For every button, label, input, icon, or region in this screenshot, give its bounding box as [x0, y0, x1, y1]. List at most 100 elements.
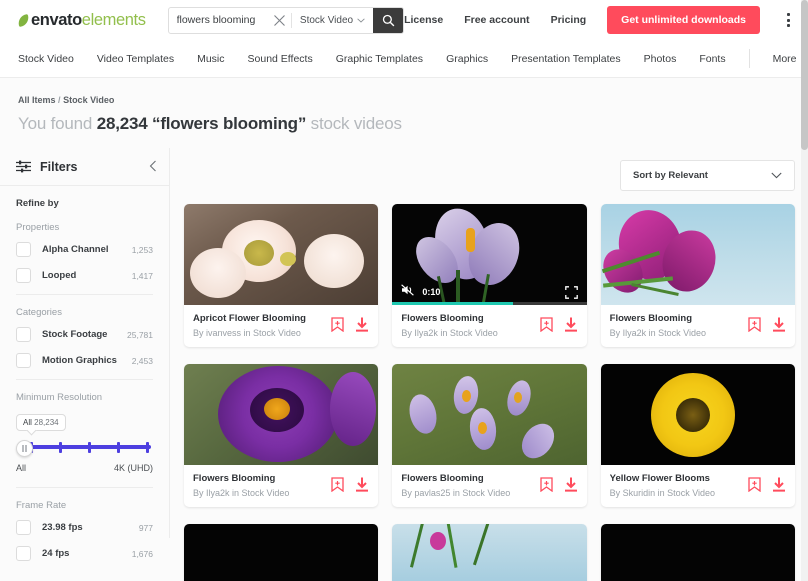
- download-icon[interactable]: [355, 477, 369, 492]
- filter-alpha-channel[interactable]: Alpha Channel 1,253: [16, 242, 153, 257]
- result-card[interactable]: Flowers Blooming By pavlas25 in Stock Vi…: [392, 364, 587, 507]
- divider: [16, 379, 153, 380]
- filter-label: Motion Graphics: [42, 355, 117, 366]
- download-icon[interactable]: [772, 477, 786, 492]
- more-vertical-icon[interactable]: [781, 9, 796, 31]
- card-thumbnail[interactable]: [600, 364, 795, 465]
- breadcrumb-all-items[interactable]: All Items: [18, 95, 56, 105]
- card-thumbnail[interactable]: [392, 364, 587, 465]
- card-title[interactable]: Flowers Blooming: [193, 473, 289, 484]
- card-author[interactable]: By Skuridin in Stock Video: [610, 488, 715, 498]
- card-thumbnail[interactable]: [184, 524, 379, 581]
- brand-name-bold: envato: [31, 10, 82, 29]
- download-icon[interactable]: [355, 317, 369, 332]
- card-title[interactable]: Apricot Flower Blooming: [193, 313, 306, 324]
- download-icon[interactable]: [772, 317, 786, 332]
- nav-photos[interactable]: Photos: [644, 53, 677, 65]
- checkbox-icon[interactable]: [16, 327, 31, 342]
- bookmark-plus-icon[interactable]: [331, 477, 344, 493]
- filter-label: Looped: [42, 270, 77, 281]
- breadcrumb-stock-video[interactable]: Stock Video: [63, 95, 114, 105]
- group-label-min-resolution: Minimum Resolution: [16, 392, 103, 403]
- slider-track[interactable]: [16, 438, 153, 457]
- card-title[interactable]: Flowers Blooming: [401, 473, 510, 484]
- card-author[interactable]: By Ilya2k in Stock Video: [610, 328, 706, 338]
- slider-handle[interactable]: [16, 440, 33, 457]
- nav-sound-effects[interactable]: Sound Effects: [248, 53, 313, 65]
- filter-looped[interactable]: Looped 1,417: [16, 268, 153, 283]
- result-card[interactable]: 0:10 Flowers Blooming By Ilya2k in Stock…: [392, 204, 587, 347]
- card-author[interactable]: By Ilya2k in Stock Video: [401, 328, 497, 338]
- card-meta: Apricot Flower Blooming By ivanvess in S…: [184, 305, 378, 347]
- search-button[interactable]: [373, 7, 404, 33]
- nav-presentation-templates[interactable]: Presentation Templates: [511, 53, 621, 65]
- checkbox-icon[interactable]: [16, 268, 31, 283]
- search-category-select[interactable]: Stock Video: [292, 8, 373, 33]
- card-thumbnail[interactable]: 0:10: [392, 204, 587, 305]
- result-card[interactable]: [600, 524, 795, 581]
- card-author[interactable]: By pavlas25 in Stock Video: [401, 488, 510, 498]
- card-thumbnail[interactable]: [600, 524, 795, 581]
- get-unlimited-downloads-button[interactable]: Get unlimited downloads: [607, 6, 760, 34]
- checkbox-icon[interactable]: [16, 242, 31, 257]
- brand-logo[interactable]: envato elements: [16, 10, 146, 30]
- header-nav-license[interactable]: License: [404, 14, 443, 26]
- nav-more[interactable]: More: [773, 53, 797, 65]
- result-card[interactable]: Flowers Blooming By Ilya2k in Stock Vide…: [184, 364, 379, 507]
- card-thumbnail[interactable]: [184, 364, 379, 465]
- nav-graphics[interactable]: Graphics: [446, 53, 488, 65]
- result-card[interactable]: Yellow Flower Blooms By Skuridin in Stoc…: [600, 364, 795, 507]
- nav-graphic-templates[interactable]: Graphic Templates: [336, 53, 423, 65]
- card-title[interactable]: Flowers Blooming: [401, 313, 497, 324]
- checkbox-icon[interactable]: [16, 520, 31, 535]
- filter-count: 1,417: [131, 270, 153, 281]
- chevron-left-icon[interactable]: [149, 160, 157, 174]
- header-nav-pricing[interactable]: Pricing: [551, 14, 587, 26]
- bookmark-plus-icon[interactable]: [331, 317, 344, 333]
- checkbox-icon[interactable]: [16, 546, 31, 561]
- filter-count: 1,253: [131, 244, 153, 255]
- card-author[interactable]: By Ilya2k in Stock Video: [193, 488, 289, 498]
- filter-stock-footage[interactable]: Stock Footage 25,781: [16, 327, 153, 342]
- card-title[interactable]: Yellow Flower Blooms: [610, 473, 715, 484]
- chevron-down-icon: [771, 170, 782, 182]
- card-title[interactable]: Flowers Blooming: [610, 313, 706, 324]
- search-bar: Stock Video: [167, 6, 405, 34]
- card-thumbnail[interactable]: [392, 524, 587, 581]
- download-icon[interactable]: [564, 477, 578, 492]
- bookmark-plus-icon[interactable]: [540, 477, 553, 493]
- download-icon[interactable]: [564, 317, 578, 332]
- bookmark-plus-icon[interactable]: [748, 317, 761, 333]
- slider-end-labels: All 4K (UHD): [16, 463, 153, 473]
- card-thumbnail[interactable]: [600, 204, 795, 305]
- title-prefix: You found: [18, 114, 97, 133]
- nav-video-templates[interactable]: Video Templates: [97, 53, 174, 65]
- resolution-slider[interactable]: All 28,234 All 4K (UHD): [16, 412, 153, 473]
- result-card[interactable]: [184, 524, 379, 581]
- volume-muted-icon[interactable]: [401, 283, 415, 301]
- header-nav-free-account[interactable]: Free account: [464, 14, 529, 26]
- bookmark-plus-icon[interactable]: [540, 317, 553, 333]
- fullscreen-icon[interactable]: [564, 285, 578, 299]
- nav-fonts[interactable]: Fonts: [699, 53, 725, 65]
- nav-stock-video[interactable]: Stock Video: [18, 53, 74, 65]
- checkbox-icon[interactable]: [16, 353, 31, 368]
- filter-24-fps[interactable]: 24 fps 1,676: [16, 546, 153, 561]
- bookmark-plus-icon[interactable]: [748, 477, 761, 493]
- video-progress-bar[interactable]: [392, 302, 587, 305]
- result-card[interactable]: Apricot Flower Blooming By ivanvess in S…: [184, 204, 379, 347]
- page-scrollbar-thumb[interactable]: [801, 0, 808, 150]
- result-card[interactable]: [392, 524, 587, 581]
- sort-select[interactable]: Sort by Relevant: [620, 160, 795, 191]
- card-thumbnail[interactable]: [184, 204, 379, 305]
- filter-2398-fps[interactable]: 23.98 fps 977: [16, 520, 153, 535]
- thumbnail-art: [184, 364, 379, 465]
- search-input[interactable]: [168, 7, 269, 33]
- result-card[interactable]: Flowers Blooming By Ilya2k in Stock Vide…: [600, 204, 795, 347]
- card-meta: Flowers Blooming By pavlas25 in Stock Vi…: [392, 465, 586, 507]
- nav-music[interactable]: Music: [197, 53, 224, 65]
- slider-min-label: All: [16, 463, 27, 473]
- filter-motion-graphics[interactable]: Motion Graphics 2,453: [16, 353, 153, 368]
- clear-search-icon[interactable]: [269, 8, 291, 33]
- card-author[interactable]: By ivanvess in Stock Video: [193, 328, 306, 338]
